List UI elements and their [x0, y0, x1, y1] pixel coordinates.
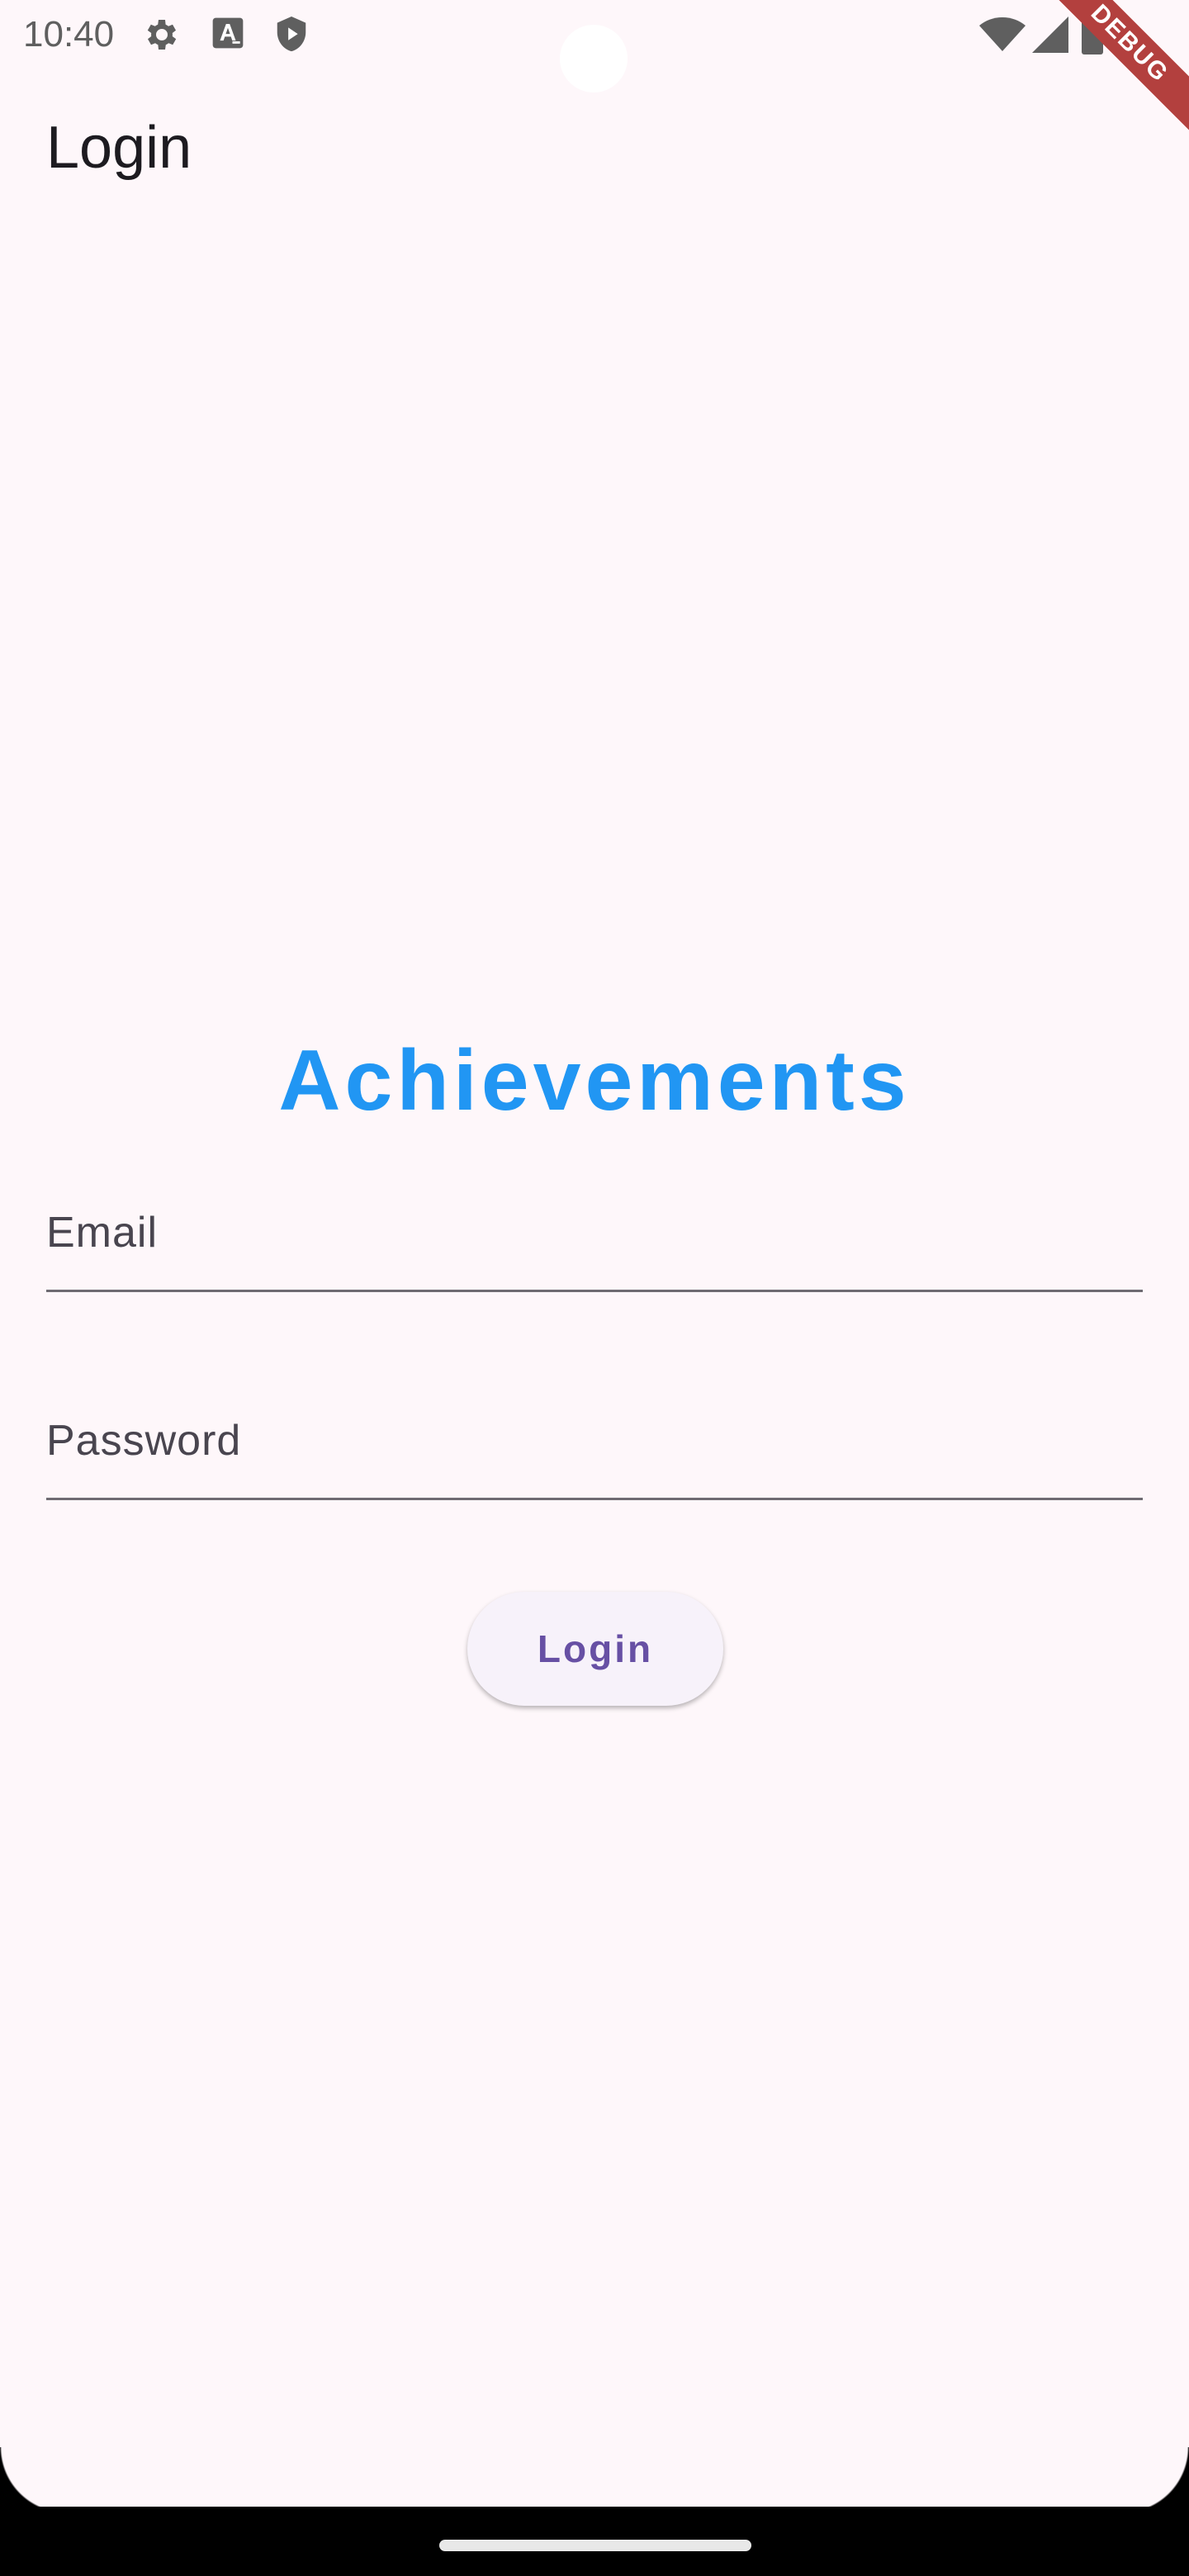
home-gesture-handle[interactable] — [439, 2540, 751, 2551]
password-input[interactable] — [46, 1407, 1146, 1499]
app-bar-title: Login — [46, 115, 192, 181]
login-screen: 10:40 DEBUG Login Achievements Email Pas… — [0, 0, 1189, 2576]
cell-signal-icon — [1032, 17, 1068, 57]
screen-corner-right — [1123, 2447, 1189, 2513]
password-field[interactable]: Password — [46, 1407, 1146, 1500]
email-field[interactable]: Email — [46, 1199, 1146, 1292]
status-bar: 10:40 — [0, 0, 1189, 92]
camera-cutout — [560, 25, 628, 92]
screen-corner-left — [0, 2447, 66, 2513]
font-a-icon — [210, 15, 246, 55]
status-time: 10:40 — [23, 14, 115, 54]
headline-title: Achievements — [278, 1033, 911, 1129]
login-button[interactable]: Login — [467, 1592, 723, 1706]
shield-play-icon — [272, 15, 310, 60]
gear-icon — [142, 15, 182, 59]
email-input[interactable] — [46, 1199, 1146, 1291]
system-nav-bar — [0, 2507, 1189, 2576]
wifi-icon — [979, 17, 1026, 57]
